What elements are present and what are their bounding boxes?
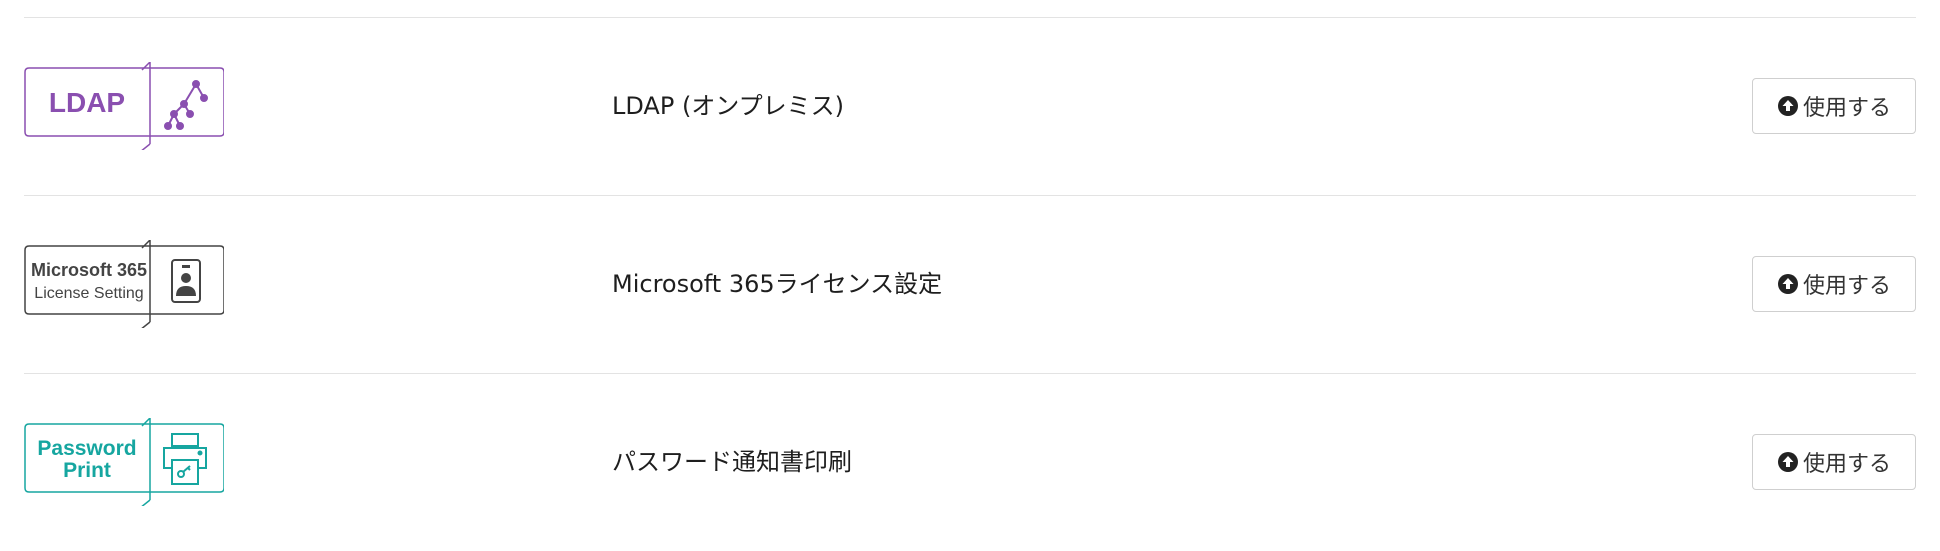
ldap-logo: LDAP (24, 62, 224, 150)
service-row-ldap: LDAP LDAP (オンプレミス) 使用する (24, 17, 1916, 195)
upload-circle-icon (1777, 273, 1799, 295)
password-print-logo-line1: Password (37, 437, 136, 460)
upload-circle-icon (1777, 451, 1799, 473)
upload-circle-icon (1777, 95, 1799, 117)
service-list: LDAP LDAP (オンプレミス) 使用する Microsoft 365 Li… (24, 17, 1916, 551)
use-button-label: 使用する (1802, 452, 1891, 477)
use-button-label: 使用する (1802, 274, 1891, 299)
microsoft365-logo: Microsoft 365 License Setting (24, 240, 224, 328)
password-print-logo-line2: Print (63, 459, 111, 482)
service-name: パスワード通知書印刷 (612, 448, 852, 476)
use-button-label: 使用する (1802, 96, 1891, 121)
service-row-password-print: Password Print パスワード通知書印刷 使用する (24, 373, 1916, 551)
use-button-password-print[interactable]: 使用する (1752, 434, 1916, 490)
printer-key-icon (163, 433, 207, 485)
service-name: LDAP (オンプレミス) (612, 92, 844, 120)
microsoft365-logo-line1: Microsoft 365 (31, 260, 147, 280)
use-button-ldap[interactable]: 使用する (1752, 78, 1916, 134)
microsoft365-logo-line2: License Setting (34, 285, 143, 302)
use-button-microsoft365[interactable]: 使用する (1752, 256, 1916, 312)
tree-network-icon (164, 80, 208, 130)
password-print-logo: Password Print (24, 418, 224, 506)
ldap-logo-text: LDAP (49, 87, 125, 118)
service-name: Microsoft 365ライセンス設定 (612, 270, 943, 298)
service-row-microsoft365: Microsoft 365 License Setting Microsoft … (24, 195, 1916, 373)
id-badge-icon (171, 259, 201, 303)
